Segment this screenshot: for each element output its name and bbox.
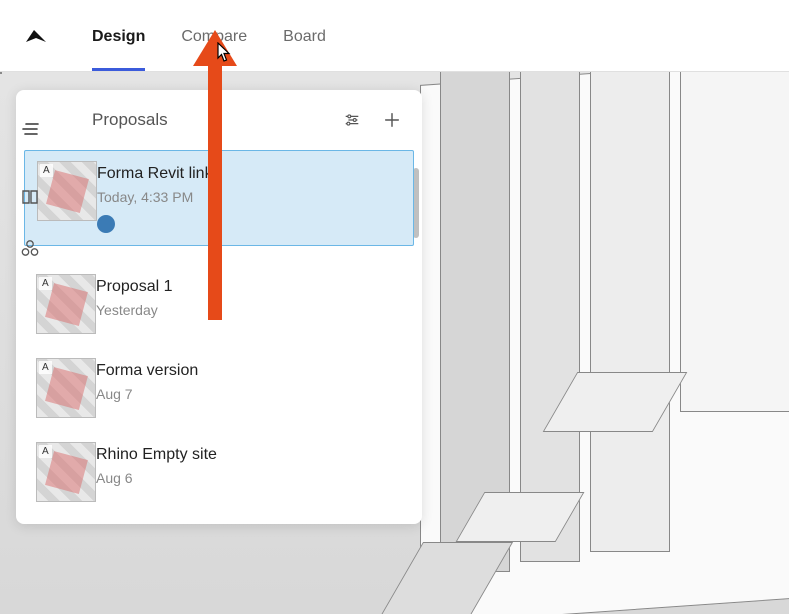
proposal-list: A Forma Revit link Today, 4:33 PM A Prop… (16, 150, 422, 498)
filter-icon[interactable] (342, 110, 362, 130)
proposal-name: Rhino Empty site (96, 446, 217, 464)
proposal-item[interactable]: A Forma Revit link Today, 4:33 PM (24, 150, 414, 246)
tab-compare[interactable]: Compare (181, 2, 247, 70)
menu-icon[interactable] (19, 118, 41, 140)
proposal-item[interactable]: A Rhino Empty site Aug 6 (24, 432, 414, 498)
tab-board[interactable]: Board (283, 2, 326, 70)
thumb-badge: A (39, 445, 52, 458)
proposal-date: Aug 7 (96, 386, 198, 402)
proposal-name: Forma version (96, 362, 198, 380)
tab-design[interactable]: Design (92, 2, 145, 70)
proposal-date: Yesterday (96, 302, 173, 318)
proposal-date: Aug 6 (96, 470, 217, 486)
proposal-date: Today, 4:33 PM (97, 189, 213, 205)
sidebar-rail (0, 90, 60, 390)
add-proposal-icon[interactable] (382, 110, 402, 130)
avatar (97, 215, 115, 233)
proposal-name: Proposal 1 (96, 278, 173, 296)
proposals-panel: Proposals A Forma Revit link Today, 4:33… (16, 90, 422, 524)
panel-title: Proposals (92, 110, 168, 130)
brand-logo (24, 24, 48, 48)
proposal-name: Forma Revit link (97, 165, 213, 183)
proposal-item[interactable]: A Proposal 1 Yesterday (24, 264, 414, 330)
header-nav: Design Compare Board (0, 0, 789, 72)
library-icon[interactable] (19, 186, 41, 208)
proposal-thumbnail: A (36, 442, 96, 502)
proposal-item[interactable]: A Forma version Aug 7 (24, 348, 414, 414)
modules-icon[interactable] (19, 238, 41, 260)
